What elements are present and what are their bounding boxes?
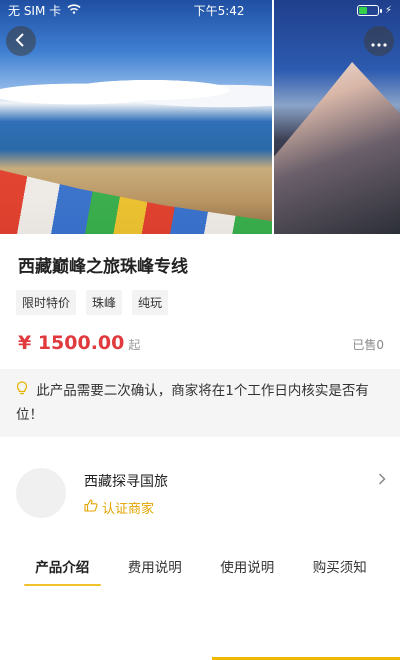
carrier-text: 无 SIM 卡	[8, 3, 62, 18]
tab-purchase-notes[interactable]: 购买须知	[294, 556, 387, 586]
back-button[interactable]	[6, 26, 36, 56]
battery-icon	[356, 4, 382, 16]
confirmation-notice: 此产品需要二次确认，商家将在1个工作日内核实是否有位！	[0, 369, 400, 437]
lake-photo	[0, 0, 280, 234]
lightbulb-icon	[16, 381, 32, 399]
tag-list: 限时特价 珠峰 纯玩	[16, 290, 169, 315]
price-row: ¥ 1500.00 起 已售0	[18, 332, 384, 354]
chevron-right-icon	[378, 470, 386, 489]
chevron-left-icon	[15, 32, 27, 51]
sold-count: 已售0	[352, 338, 384, 352]
charging-icon: ⚡	[384, 4, 392, 16]
merchant-card[interactable]: 西藏探寻国旅 认证商家	[0, 460, 400, 530]
more-horizontal-icon	[371, 32, 387, 51]
price-value: ¥ 1500.00	[18, 332, 125, 354]
tab-fee-description[interactable]: 费用说明	[109, 556, 202, 586]
tag-item: 限时特价	[16, 290, 77, 315]
clock-text: 下午5:42	[193, 3, 245, 18]
tab-product-intro[interactable]: 产品介绍	[16, 556, 109, 586]
merchant-avatar	[16, 468, 66, 518]
verified-badge-text: 认证商家	[102, 502, 155, 517]
verified-badge: 认证商家	[84, 498, 154, 517]
tag-item: 纯玩	[132, 290, 169, 315]
hero-gallery[interactable]	[0, 0, 400, 234]
status-bar: 无 SIM 卡 下午5:42 ⚡	[0, 0, 400, 20]
tag-item: 珠峰	[86, 290, 123, 315]
wifi-icon	[67, 3, 81, 17]
price-suffix: 起	[128, 338, 141, 352]
tab-usage-instructions[interactable]: 使用说明	[201, 556, 294, 586]
product-title: 西藏巅峰之旅珠峰专线	[18, 257, 188, 277]
detail-tabs: 产品介绍 费用说明 使用说明 购买须知	[16, 556, 386, 586]
thumbs-up-icon	[84, 499, 98, 516]
more-button[interactable]	[364, 26, 394, 56]
notice-text: 此产品需要二次确认，商家将在1个工作日内核实是否有位！	[16, 383, 369, 423]
merchant-name: 西藏探寻国旅	[84, 474, 168, 490]
